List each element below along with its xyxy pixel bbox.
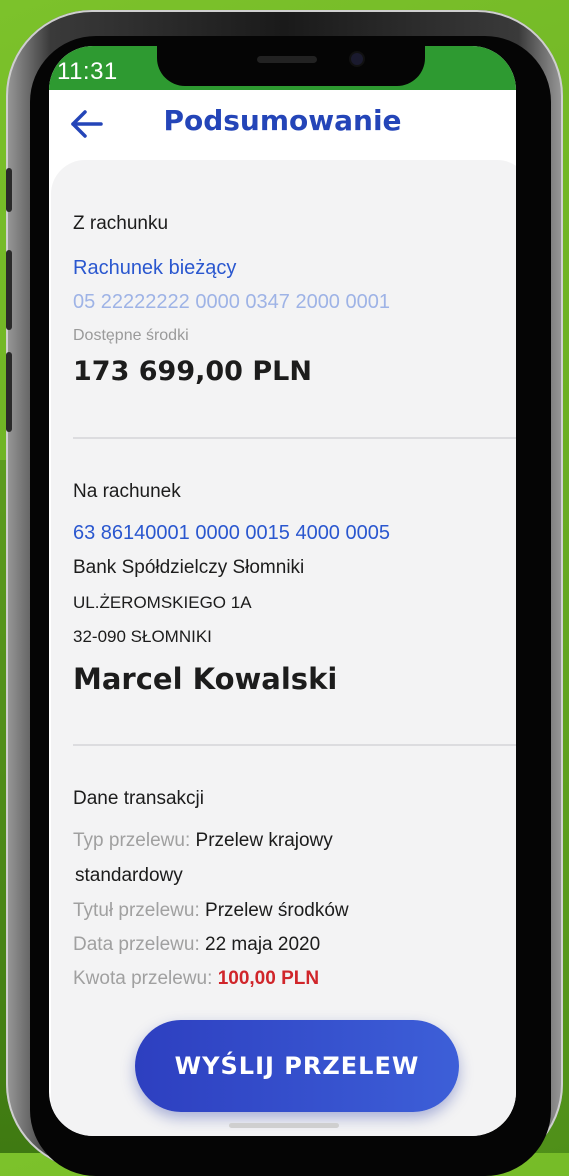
transfer-title-row: Tytuł przelewu: Przelew środków xyxy=(73,900,349,922)
available-funds-amount: 173 699,00 PLN xyxy=(73,356,312,387)
transfer-type-label: Typ przelewu: xyxy=(73,830,191,851)
status-time: 11:31 xyxy=(57,58,118,85)
to-account-number[interactable]: 63 86140001 0000 0015 4000 0005 xyxy=(73,522,390,545)
transfer-date-row: Data przelewu: 22 maja 2020 xyxy=(73,934,320,956)
transfer-title-value: Przelew środków xyxy=(205,900,349,921)
bank-name: Bank Spółdzielczy Słomniki xyxy=(73,557,305,578)
send-transfer-button[interactable]: WYŚLIJ PRZELEW xyxy=(135,1020,459,1112)
front-camera xyxy=(351,53,363,65)
from-account-name[interactable]: Rachunek bieżący xyxy=(73,257,236,280)
transfer-amount-value: 100,00 PLN xyxy=(217,968,320,989)
side-button-volume-up xyxy=(6,250,12,330)
to-account-label: Na rachunek xyxy=(73,481,181,502)
transfer-amount-row: Kwota przelewu: 100,00 PLN xyxy=(73,968,319,990)
divider xyxy=(73,744,516,746)
transaction-label: Dane transakcji xyxy=(73,788,204,809)
speaker xyxy=(257,56,317,63)
side-button-volume-down xyxy=(6,352,12,432)
transfer-date-value: 22 maja 2020 xyxy=(205,934,321,955)
from-account-number: 05 22222222 0000 0347 2000 0001 xyxy=(73,291,390,313)
recipient-name: Marcel Kowalski xyxy=(73,662,338,696)
side-button-mute xyxy=(6,168,12,212)
transfer-amount-label: Kwota przelewu: xyxy=(73,968,213,989)
home-indicator xyxy=(229,1123,339,1128)
notch xyxy=(157,46,425,86)
bank-address-line2: 32-090 SŁOMNIKI xyxy=(73,627,212,646)
page-title: Podsumowanie xyxy=(163,104,402,137)
from-account-label: Z rachunku xyxy=(73,213,169,234)
divider xyxy=(73,437,516,439)
phone-screen: 11:31 Podsumowanie Z rachunku Rachunek b… xyxy=(49,46,516,1136)
transfer-date-label: Data przelewu: xyxy=(73,934,200,955)
app-header: Podsumowanie xyxy=(49,90,516,164)
transfer-type-value: Przelew krajowy xyxy=(195,830,333,851)
transfer-type-row: Typ przelewu: Przelew krajowy xyxy=(73,830,333,852)
status-bar: 11:31 xyxy=(49,46,516,90)
bank-address-line1: UL.ŻEROMSKIEGO 1A xyxy=(73,593,252,612)
available-funds-label: Dostępne środki xyxy=(73,327,189,344)
transfer-title-label: Tytuł przelewu: xyxy=(73,900,200,921)
transfer-type-value-cont: standardowy xyxy=(75,865,183,886)
summary-card: Z rachunku Rachunek bieżący 05 22222222 … xyxy=(51,160,516,1136)
